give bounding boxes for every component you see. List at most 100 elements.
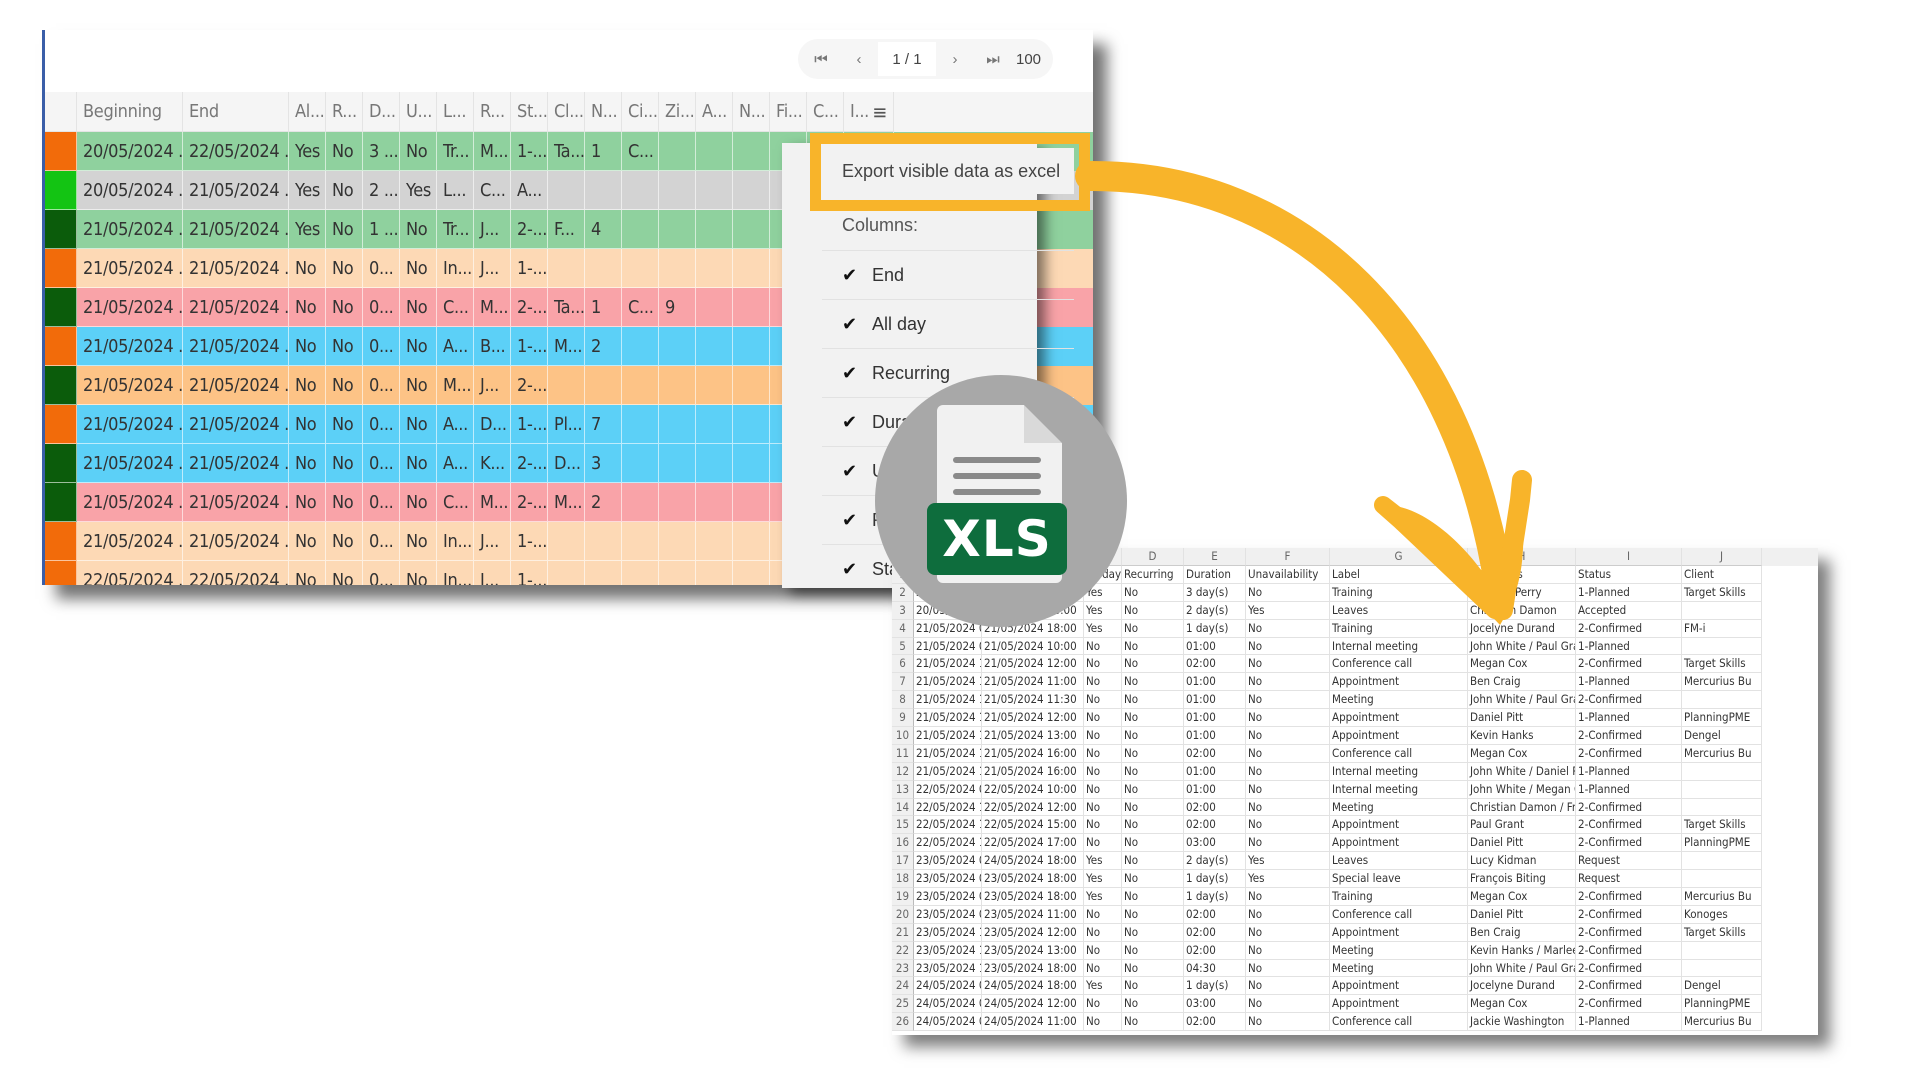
row-number[interactable]: 8 — [892, 691, 914, 710]
row-number[interactable]: 3 — [892, 601, 914, 620]
sheet-cell[interactable]: 23/05/2024 18:00 — [982, 888, 1084, 906]
sheet-cell[interactable]: Target Skills — [1682, 923, 1762, 942]
sheet-cell[interactable]: Jackie Washington — [1468, 1013, 1576, 1032]
sheet-cell[interactable]: Label — [1330, 566, 1468, 584]
previous-page-button[interactable]: ‹ — [840, 39, 878, 79]
sheet-cell[interactable]: 21/05/2024 11:30 — [982, 691, 1084, 710]
column-toggle-all-day[interactable]: ✔ All day — [822, 299, 1074, 348]
sheet-cell[interactable]: Conference call — [1330, 655, 1468, 674]
sheet-cell[interactable]: No — [1084, 691, 1122, 710]
sheet-cell[interactable]: Ben Craig — [1468, 673, 1576, 692]
sheet-cell[interactable]: 21/05/2024 10:00 — [914, 673, 982, 692]
sheet-cell[interactable]: Resources — [1468, 566, 1576, 584]
row-number[interactable]: 14 — [892, 798, 914, 817]
sheet-cell[interactable]: 22/05/2024 17:00 — [982, 834, 1084, 853]
row-number[interactable]: 25 — [892, 995, 914, 1014]
sheet-cell[interactable]: No — [1084, 762, 1122, 781]
sheet-cell[interactable]: Mercurius Bu — [1682, 1013, 1762, 1032]
sheet-cell[interactable]: 2-Confirmed — [1576, 691, 1682, 710]
sheet-cell[interactable]: No — [1122, 959, 1184, 978]
sheet-cell[interactable]: 01:00 — [1184, 727, 1246, 745]
sheet-cell[interactable]: No — [1246, 744, 1330, 763]
sheet-cell[interactable]: Appointment — [1330, 673, 1468, 692]
column-header[interactable]: End — [183, 92, 289, 132]
sheet-cell[interactable]: 1-Planned — [1576, 780, 1682, 799]
column-header[interactable]: N... — [585, 92, 622, 132]
column-header[interactable]: Cl... — [548, 92, 585, 132]
sheet-cell[interactable]: 21/05/2024 10:00 — [982, 637, 1084, 656]
sheet-cell[interactable]: Yes — [1246, 852, 1330, 871]
sheet-cell[interactable]: 24/05/2024 11:00 — [982, 1013, 1084, 1032]
sheet-cell[interactable]: Appointment — [1330, 834, 1468, 853]
sheet-cell[interactable]: No — [1122, 780, 1184, 799]
sheet-cell[interactable]: 24/05/2024 12:00 — [982, 995, 1084, 1014]
sheet-cell[interactable]: No — [1084, 923, 1122, 942]
sheet-cell[interactable]: 23/05/2024 09:00 — [914, 905, 982, 924]
row-number[interactable]: 5 — [892, 637, 914, 656]
column-header[interactable]: Ci... — [622, 92, 659, 132]
sheet-cell[interactable]: No — [1122, 852, 1184, 871]
column-header[interactable]: I... ≡ — [844, 92, 894, 132]
sheet-cell[interactable]: Daniel Pitt — [1468, 709, 1576, 728]
sheet-cell[interactable]: 21/05/2024 11:00 — [982, 673, 1084, 692]
sheet-cell[interactable]: Client — [1682, 566, 1762, 584]
sheet-cell[interactable]: 24/05/2024 08:00 — [914, 977, 982, 996]
sheet-cell[interactable] — [1682, 637, 1762, 656]
column-header[interactable]: St... — [511, 92, 548, 132]
sheet-cell[interactable]: Appointment — [1330, 727, 1468, 745]
sheet-cell[interactable]: Training — [1330, 619, 1468, 638]
sheet-cell[interactable]: Appointment — [1330, 995, 1468, 1014]
sheet-cell[interactable]: No — [1084, 816, 1122, 835]
sheet-cell[interactable]: Training — [1330, 583, 1468, 602]
sheet-cell[interactable] — [1682, 870, 1762, 889]
column-letter[interactable]: I — [1576, 548, 1682, 566]
sheet-cell[interactable]: PlanningPME — [1682, 834, 1762, 853]
sheet-cell[interactable]: No — [1246, 941, 1330, 960]
sheet-cell[interactable]: 23/05/2024 13:30 — [914, 959, 982, 978]
sheet-cell[interactable] — [1682, 780, 1762, 799]
sheet-cell[interactable]: 2-Confirmed — [1576, 744, 1682, 763]
sheet-cell[interactable]: 23/05/2024 11:00 — [914, 941, 982, 960]
sheet-cell[interactable]: Paul Grant — [1468, 816, 1576, 835]
sheet-cell[interactable]: No — [1122, 816, 1184, 835]
sheet-cell[interactable]: No — [1246, 977, 1330, 996]
sheet-cell[interactable]: 02:00 — [1184, 905, 1246, 924]
sheet-cell[interactable]: 21/05/2024 16:00 — [982, 762, 1084, 781]
column-toggle-end[interactable]: ✔ End — [822, 250, 1074, 299]
sheet-cell[interactable]: No — [1122, 744, 1184, 763]
sheet-cell[interactable]: No — [1084, 673, 1122, 692]
sheet-cell[interactable]: 2-Confirmed — [1576, 619, 1682, 638]
sheet-cell[interactable]: No — [1246, 834, 1330, 853]
sheet-cell[interactable]: No — [1084, 780, 1122, 799]
column-header[interactable]: U... — [400, 92, 437, 132]
row-number[interactable]: 20 — [892, 905, 914, 924]
sheet-cell[interactable]: Leaves — [1330, 852, 1468, 871]
sheet-cell[interactable]: Megan Cox — [1468, 995, 1576, 1014]
sheet-cell[interactable]: Christian Damon — [1468, 601, 1576, 620]
sheet-cell[interactable]: FM-i — [1682, 619, 1762, 638]
sheet-cell[interactable] — [1682, 959, 1762, 978]
sheet-cell[interactable]: Konoges — [1682, 905, 1762, 924]
column-header[interactable]: N... — [733, 92, 770, 132]
sheet-cell[interactable]: No — [1122, 995, 1184, 1014]
sheet-cell[interactable]: 02:00 — [1184, 923, 1246, 942]
sheet-cell[interactable]: PlanningPME — [1682, 995, 1762, 1014]
sheet-cell[interactable]: No — [1084, 834, 1122, 853]
sheet-cell[interactable]: John White / Megan Cox / Daniel — [1468, 780, 1576, 799]
sheet-cell[interactable]: 21/05/2024 14:00 — [914, 744, 982, 763]
sheet-cell[interactable]: 02:00 — [1184, 816, 1246, 835]
sheet-cell[interactable]: 02:00 — [1184, 655, 1246, 674]
sheet-cell[interactable]: 1-Planned — [1576, 583, 1682, 602]
sheet-cell[interactable]: 23/05/2024 08:00 — [914, 870, 982, 889]
sheet-cell[interactable]: Kevin Hanks / Marleen Perry / Megan — [1468, 941, 1576, 960]
sheet-cell[interactable]: No — [1122, 888, 1184, 906]
sheet-cell[interactable]: No — [1122, 601, 1184, 620]
sheet-cell[interactable]: 1-Planned — [1576, 709, 1682, 728]
sheet-cell[interactable]: 22/05/2024 09:00 — [914, 780, 982, 799]
row-number[interactable]: 17 — [892, 852, 914, 871]
sheet-cell[interactable] — [1682, 852, 1762, 871]
column-header[interactable]: R... — [474, 92, 511, 132]
sheet-cell[interactable] — [1682, 691, 1762, 710]
sheet-cell[interactable]: 04:30 — [1184, 959, 1246, 978]
sheet-cell[interactable] — [1682, 941, 1762, 960]
